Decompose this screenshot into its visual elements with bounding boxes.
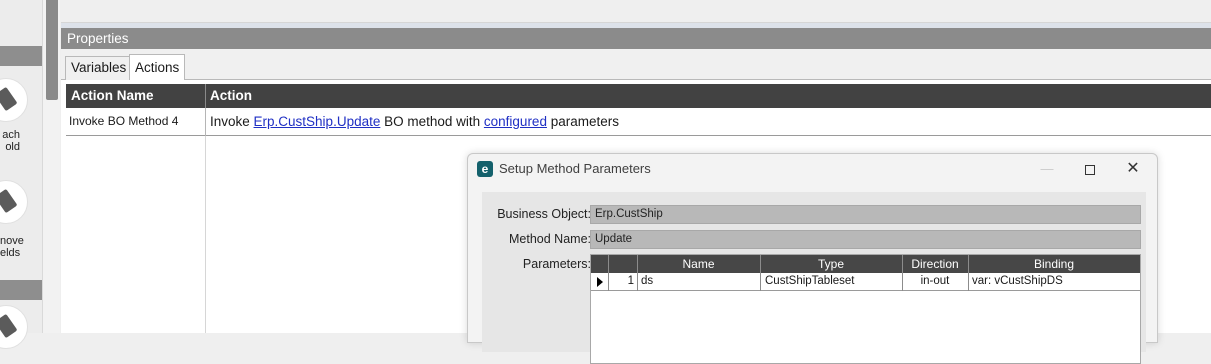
- actions-grid-header: Action Name Action: [66, 84, 1211, 108]
- param-direction-cell: in-out: [920, 275, 950, 287]
- maximize-button[interactable]: [1067, 154, 1113, 184]
- param-type-cell: CustShipTableset: [765, 275, 855, 287]
- tag-icon[interactable]: [0, 180, 28, 224]
- scrollbar-thumb[interactable]: [46, 0, 58, 100]
- action-name-cell: Invoke BO Method 4: [69, 114, 179, 128]
- method-name-label: Method Name:: [509, 232, 591, 246]
- action-text: BO method with: [380, 114, 484, 129]
- column-header-name[interactable]: Name: [637, 255, 760, 273]
- bo-method-link[interactable]: Erp.CustShip.Update: [254, 114, 381, 129]
- toolbox-item-label-line: ach: [2, 129, 20, 141]
- parameters-grid: Name Type Direction Binding 1 ds CustShi…: [590, 254, 1141, 364]
- close-icon: ✕: [1126, 160, 1140, 177]
- setup-method-parameters-dialog: e Setup Method Parameters — ✕ Business O…: [467, 153, 1158, 364]
- tag-icon[interactable]: [0, 305, 28, 349]
- toolbox-band-top: [0, 46, 42, 66]
- business-object-field: Erp.CustShip: [590, 205, 1141, 224]
- method-name-field: Update: [590, 230, 1141, 249]
- toolbox-item-label-line: elds: [0, 247, 21, 259]
- column-divider: [968, 273, 969, 291]
- tab-actions[interactable]: Actions: [129, 54, 186, 81]
- business-object-label: Business Object:: [497, 207, 591, 221]
- toolbox-item-label: ach old: [0, 129, 20, 153]
- minimize-icon: —: [1040, 161, 1054, 176]
- column-header-action-name[interactable]: Action Name: [66, 84, 205, 108]
- properties-header: Properties: [61, 28, 1211, 49]
- param-name-cell: ds: [641, 275, 654, 287]
- column-divider: [760, 273, 761, 291]
- table-row[interactable]: Invoke BO Method 4 Invoke Erp.CustShip.U…: [66, 108, 1211, 136]
- column-divider: [608, 255, 609, 273]
- toolbox-scrollbar[interactable]: [42, 0, 60, 333]
- action-text: parameters: [546, 114, 619, 129]
- tab-variables[interactable]: Variables: [65, 56, 133, 80]
- properties-tabs: Variables Actions: [61, 49, 1211, 81]
- column-header-action[interactable]: Action: [205, 84, 1205, 108]
- column-header-binding[interactable]: Binding: [968, 255, 1140, 273]
- action-cell: Invoke Erp.CustShip.Update BO method wit…: [205, 108, 619, 136]
- toolbox-item-label-line: old: [5, 141, 20, 153]
- toolbox-item-label-line: nove: [0, 235, 24, 247]
- toolbox-band-bottom: [0, 280, 42, 300]
- parameters-grid-header: Name Type Direction Binding: [591, 255, 1140, 273]
- column-divider: [637, 273, 638, 291]
- app-icon: e: [477, 161, 493, 177]
- close-button[interactable]: ✕: [1110, 154, 1156, 184]
- dialog-title-bar[interactable]: e Setup Method Parameters — ✕: [468, 154, 1157, 184]
- column-header-direction[interactable]: Direction: [902, 255, 968, 273]
- toolbox-item-label: nove elds: [0, 235, 24, 259]
- dialog-title: Setup Method Parameters: [499, 161, 651, 176]
- dialog-body: Business Object: Erp.CustShip Method Nam…: [482, 192, 1146, 364]
- parameters-label: Parameters:: [522, 257, 591, 271]
- param-binding-cell[interactable]: var: vCustShipDS: [972, 273, 1138, 290]
- column-divider: [205, 136, 206, 333]
- column-header-type[interactable]: Type: [760, 255, 902, 273]
- workflow-canvas[interactable]: [61, 0, 1211, 23]
- maximize-icon: [1085, 164, 1095, 175]
- current-row-indicator-icon: [597, 277, 603, 287]
- tag-icon[interactable]: [0, 78, 28, 122]
- row-index-cell: 1: [627, 275, 634, 287]
- configured-parameters-link[interactable]: configured: [484, 114, 547, 129]
- action-text: Invoke: [210, 114, 254, 129]
- table-row[interactable]: 1 ds CustShipTableset in-out var: vCustS…: [591, 273, 1140, 291]
- minimize-button[interactable]: —: [1024, 154, 1070, 184]
- toolbox-panel: ach old nove elds: [0, 0, 42, 349]
